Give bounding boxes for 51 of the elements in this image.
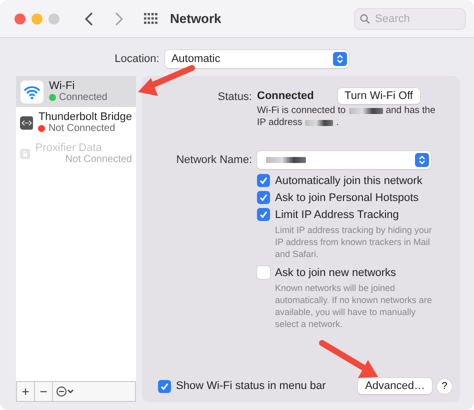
wifi-icon	[20, 80, 44, 104]
redacted-mark	[348, 108, 383, 114]
service-status: Connected	[59, 92, 108, 103]
location-dropdown[interactable]: Automatic	[165, 50, 350, 68]
forward-icon[interactable]	[114, 12, 124, 26]
option-label: Ask to join Personal Hotspots	[275, 192, 419, 204]
window-controls-icon[interactable]	[14, 12, 60, 24]
turn-wifi-off-button[interactable]: Turn Wi-Fi Off	[338, 88, 420, 104]
help-button[interactable]: ?	[437, 378, 452, 394]
option-label: Limit IP Address Tracking	[275, 208, 399, 220]
service-name: Thunderbolt Bridge	[38, 111, 132, 123]
stepper-icon	[333, 52, 348, 66]
network-name-dropdown[interactable]	[257, 151, 431, 169]
service-status: Not Connected	[65, 154, 132, 165]
arrow	[319, 340, 378, 378]
service-item[interactable]: Thunderbolt Bridge Not Connected	[16, 107, 136, 138]
network-name-label: Network Name:	[175, 154, 252, 166]
status-value: Connected	[257, 90, 314, 102]
remove-button[interactable]: −	[35, 382, 53, 401]
stepper-icon	[415, 153, 429, 167]
status-label: Status:	[216, 91, 252, 103]
service-status: Not Connected	[48, 123, 116, 134]
add-button[interactable]: +	[17, 382, 35, 401]
status-text: Wi-Fi is connected to	[257, 105, 346, 117]
option-label: Automatically join this network	[275, 174, 422, 186]
redacted-mark	[266, 157, 306, 163]
status-text: IP address	[257, 117, 302, 129]
service-item[interactable]: Wi-Fi Connected	[16, 76, 136, 107]
advanced-button[interactable]: Advanced…	[358, 378, 432, 394]
checkbox[interactable]	[158, 380, 171, 392]
checkbox[interactable]	[257, 174, 270, 187]
search-icon	[360, 14, 370, 24]
window-title: Network	[170, 11, 222, 26]
option-label: Ask to join new networks	[275, 266, 396, 278]
checkbox[interactable]	[257, 208, 270, 221]
status-text: .	[336, 117, 339, 129]
grid-icon[interactable]	[144, 12, 158, 24]
location-label: Location:	[114, 53, 160, 65]
service-name: Wi-Fi	[49, 80, 76, 92]
arrow	[138, 65, 195, 96]
back-icon[interactable]	[84, 12, 94, 26]
checkbox[interactable]	[257, 191, 270, 204]
search-field[interactable]: Search	[354, 8, 466, 30]
service-name: Proxifier Data	[35, 142, 103, 154]
action-menu-icon[interactable]	[56, 386, 76, 397]
checkbox[interactable]	[257, 266, 270, 279]
redacted-mark	[305, 120, 334, 126]
option-label: Show Wi-Fi status in menu bar	[176, 380, 326, 392]
option-note: Limit IP address tracking by hiding your IP address from known trackers in Mail and Safari.	[274, 224, 433, 260]
status-text: and has the	[386, 105, 436, 117]
option-note: Known networks will be joined automatically. If no known networks are available, you will have to manually select a network.	[274, 282, 433, 330]
